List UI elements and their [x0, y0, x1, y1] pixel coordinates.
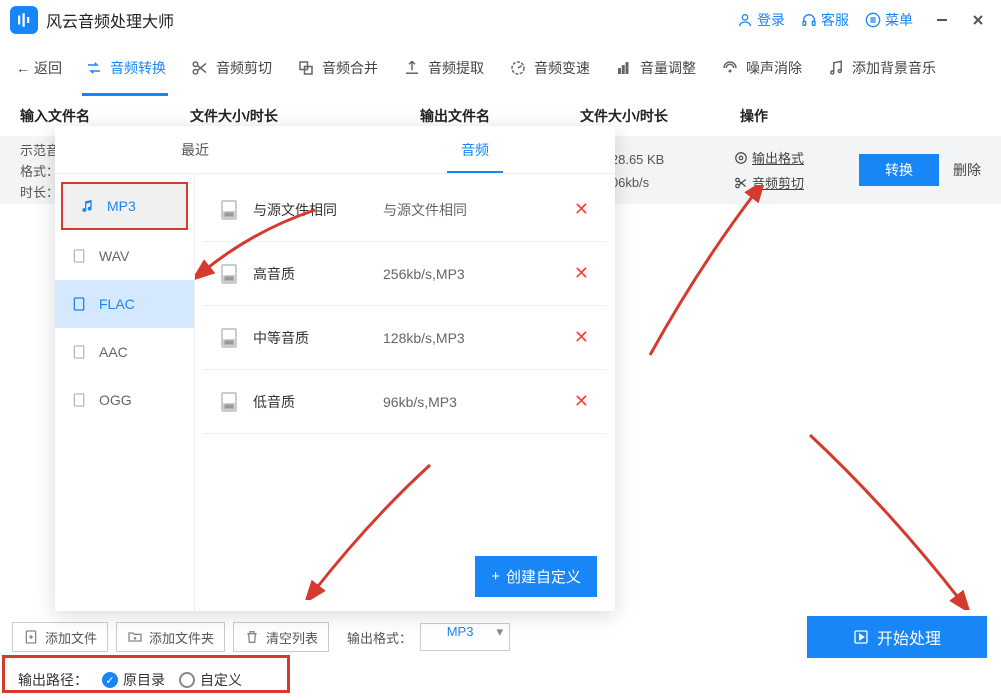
tab-audio-merge[interactable]: 音频合并	[284, 50, 390, 86]
file-ogg-icon	[69, 390, 89, 410]
quality-item-high[interactable]: 高音质 256kb/s,MP3 ✕	[203, 242, 607, 306]
merge-icon	[296, 58, 316, 78]
quality-item-medium[interactable]: 中等音质 128kb/s,MP3 ✕	[203, 306, 607, 370]
remove-icon[interactable]: ✕	[568, 327, 595, 348]
output-format-link[interactable]: 输出格式	[734, 148, 859, 167]
back-button[interactable]: ← 返回	[6, 52, 72, 84]
sidebar-item-mp3[interactable]: MP3	[61, 182, 188, 230]
tab-audio-convert[interactable]: 音频转换	[72, 50, 178, 86]
quality-item-same[interactable]: 与源文件相同 与源文件相同 ✕	[203, 178, 607, 242]
tab-audio-speed[interactable]: 音频变速	[496, 50, 602, 86]
title-bar: 风云音频处理大师 登录 客服 菜单	[0, 0, 1001, 40]
output-format-select[interactable]: MP3	[420, 623, 510, 651]
tab-noise-remove[interactable]: 噪声消除	[708, 50, 814, 86]
convert-button[interactable]: 转换	[859, 154, 939, 186]
remove-icon[interactable]: ✕	[568, 391, 595, 412]
annotation-arrow	[640, 185, 770, 365]
folder-plus-icon	[127, 629, 143, 645]
login-link[interactable]: 登录	[731, 6, 791, 34]
close-button[interactable]	[965, 7, 991, 33]
sidebar-item-flac[interactable]: FLAC	[55, 280, 194, 328]
source-file-icon	[215, 324, 243, 352]
extract-icon	[402, 58, 422, 78]
radio-unchecked-icon	[179, 672, 195, 688]
source-file-icon	[215, 196, 243, 224]
user-icon	[737, 12, 753, 28]
start-process-button[interactable]: 开始处理	[807, 616, 987, 658]
menu-list-icon	[865, 12, 881, 28]
col-output-size: 文件大小/时长	[580, 106, 740, 126]
output-path-label: 输出路径：	[18, 670, 88, 690]
headset-icon	[801, 12, 817, 28]
menu-link[interactable]: 菜单	[859, 6, 919, 34]
radio-checked-icon	[102, 672, 118, 688]
sidebar-item-wav[interactable]: WAV	[55, 232, 194, 280]
convert-icon	[84, 58, 104, 78]
target-icon	[734, 151, 748, 165]
play-icon	[853, 629, 869, 645]
add-file-button[interactable]: 添加文件	[12, 622, 108, 652]
radio-original-dir[interactable]: 原目录	[102, 670, 165, 690]
remove-icon[interactable]: ✕	[568, 199, 595, 220]
minimize-button[interactable]	[929, 7, 955, 33]
noise-icon	[720, 58, 740, 78]
output-path-row: 输出路径： 原目录 自定义	[0, 660, 1001, 700]
col-input-size: 文件大小/时长	[190, 106, 420, 126]
volume-icon	[614, 58, 634, 78]
col-actions: 操作	[740, 106, 840, 126]
audio-trim-link[interactable]: 音频剪切	[734, 173, 859, 192]
quality-list: 与源文件相同 与源文件相同 ✕ 高音质 256kb/s,MP3 ✕ 中等音质 1…	[195, 174, 615, 611]
support-link[interactable]: 客服	[795, 6, 855, 34]
arrow-left-icon: ←	[16, 60, 30, 76]
sidebar-item-aac[interactable]: AAC	[55, 328, 194, 376]
tab-audio-extract[interactable]: 音频提取	[390, 50, 496, 86]
output-format-label: 输出格式：	[347, 628, 412, 647]
add-folder-button[interactable]: 添加文件夹	[116, 622, 225, 652]
app-logo-icon	[10, 6, 38, 34]
file-aac-icon	[69, 342, 89, 362]
dropdown-tab-recent[interactable]: 最近	[55, 126, 335, 173]
annotation-arrow	[800, 430, 970, 610]
tab-volume-adjust[interactable]: 音量调整	[602, 50, 708, 86]
plus-icon: +	[491, 568, 500, 585]
music-note-icon	[77, 196, 97, 216]
format-sidebar: MP3 WAV FLAC AAC OGG	[55, 174, 195, 611]
source-file-icon	[215, 260, 243, 288]
trash-icon	[244, 629, 260, 645]
dropdown-tab-audio[interactable]: 音频	[335, 126, 615, 173]
col-input-filename: 输入文件名	[20, 106, 190, 126]
clear-list-button[interactable]: 清空列表	[233, 622, 329, 652]
radio-custom-dir[interactable]: 自定义	[179, 670, 242, 690]
music-icon	[826, 58, 846, 78]
col-output-filename: 输出文件名	[420, 106, 580, 126]
sidebar-item-ogg[interactable]: OGG	[55, 376, 194, 424]
tab-add-bgm[interactable]: 添加背景音乐	[814, 50, 948, 86]
quality-item-low[interactable]: 低音质 96kb/s,MP3 ✕	[203, 370, 607, 434]
delete-link[interactable]: 删除	[953, 160, 981, 180]
app-title: 风云音频处理大师	[46, 8, 731, 32]
file-flac-icon	[69, 294, 89, 314]
speed-icon	[508, 58, 528, 78]
main-tabbar: ← 返回 音频转换 音频剪切 音频合并 音频提取 音频变速 音量调整 噪声消除 …	[0, 40, 1001, 96]
create-custom-button[interactable]: + 创建自定义	[475, 556, 597, 597]
file-plus-icon	[23, 629, 39, 645]
file-wav-icon	[69, 246, 89, 266]
format-dropdown-panel: 最近 音频 MP3 WAV FLAC AAC OGG	[55, 126, 615, 611]
tab-audio-trim[interactable]: 音频剪切	[178, 50, 284, 86]
remove-icon[interactable]: ✕	[568, 263, 595, 284]
scissors-small-icon	[734, 176, 748, 190]
scissors-icon	[190, 58, 210, 78]
source-file-icon	[215, 388, 243, 416]
